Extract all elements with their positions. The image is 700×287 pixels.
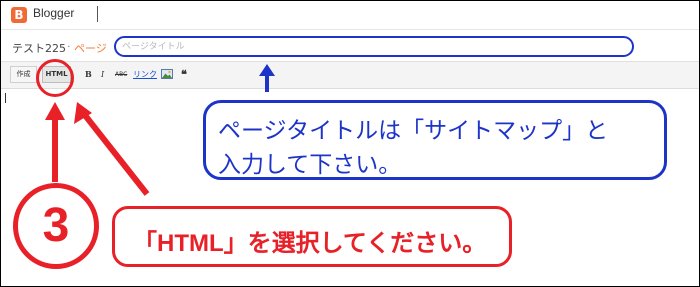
title-instruction-callout: ページタイトルは「サイトマップ」と 入力して下さい。 xyxy=(203,100,667,180)
blue-arrow xyxy=(259,64,275,92)
step-number-badge: 3 xyxy=(13,183,99,269)
html-instruction-text: 「HTML」を選択してください。 xyxy=(133,230,487,257)
title-instruction-line1: ページタイトルは「サイトマップ」と xyxy=(218,117,609,143)
red-arrow-diagonal xyxy=(74,102,150,196)
step-number: 3 xyxy=(42,199,70,252)
html-instruction-callout: 「HTML」を選択してください。 xyxy=(112,206,512,267)
title-instruction-line2: 入力して下さい。 xyxy=(218,151,402,177)
red-arrow-vertical xyxy=(45,102,65,182)
